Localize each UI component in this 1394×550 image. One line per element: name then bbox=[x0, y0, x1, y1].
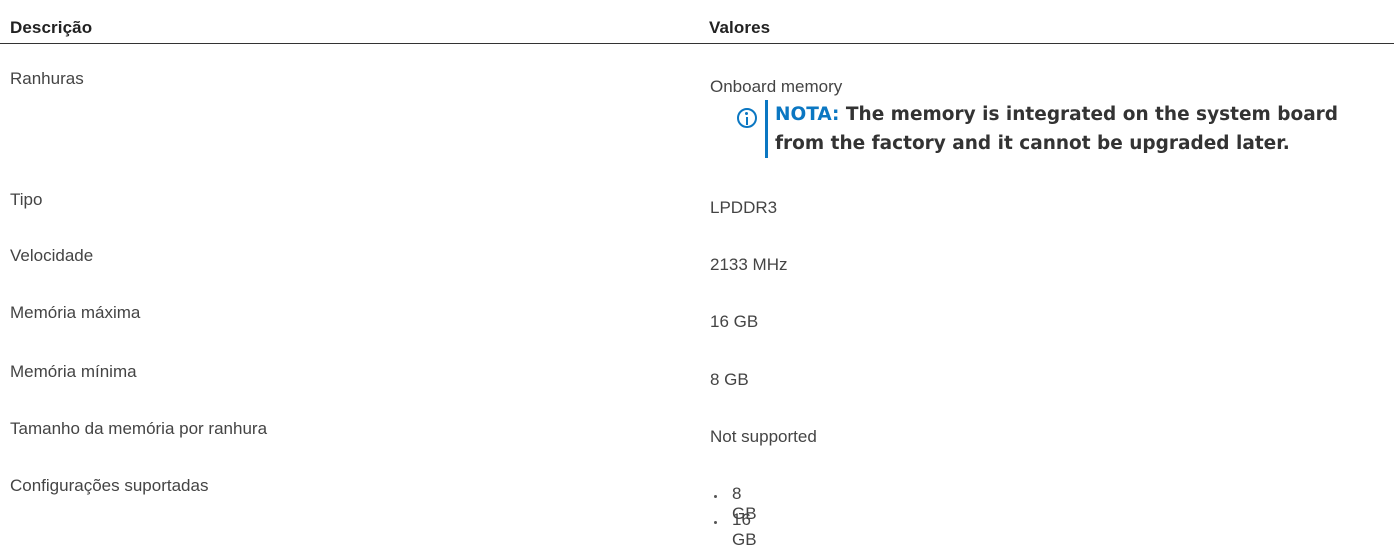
memory-spec-table: Descrição Valores Ranhuras Onboard memor… bbox=[0, 0, 1394, 549]
list-item-text: 16 GB bbox=[732, 510, 757, 549]
row-label: Velocidade bbox=[10, 246, 94, 265]
note-body: The memory is integrated on the system b… bbox=[775, 104, 1339, 154]
row-value: 8 GB bbox=[710, 370, 749, 389]
header-values: Valores bbox=[709, 18, 771, 37]
row-label: Tamanho da memória por ranhura bbox=[10, 419, 268, 438]
row-label: Memória máxima bbox=[10, 303, 141, 322]
row-value: Not supported bbox=[710, 427, 817, 446]
row-label: Configurações suportadas bbox=[10, 476, 209, 495]
row-value: Onboard memory bbox=[710, 77, 843, 96]
row-label: Memória mínima bbox=[10, 362, 137, 381]
bullet-dot bbox=[714, 521, 717, 524]
table-header-row: Descrição Valores bbox=[0, 0, 1394, 44]
row-value: LPDDR3 bbox=[710, 198, 778, 217]
header-description: Descrição bbox=[10, 18, 93, 37]
row-label: Tipo bbox=[10, 190, 43, 209]
row-label: Ranhuras bbox=[10, 69, 84, 88]
bullet-dot bbox=[714, 495, 717, 498]
note-label: NOTA: bbox=[775, 104, 840, 125]
row-value: 2133 MHz bbox=[710, 255, 788, 274]
note-accent-bar bbox=[765, 100, 768, 158]
info-icon bbox=[737, 108, 757, 128]
note-text: NOTA: The memory is integrated on the sy… bbox=[775, 100, 1375, 158]
row-value: 16 GB bbox=[710, 312, 759, 331]
